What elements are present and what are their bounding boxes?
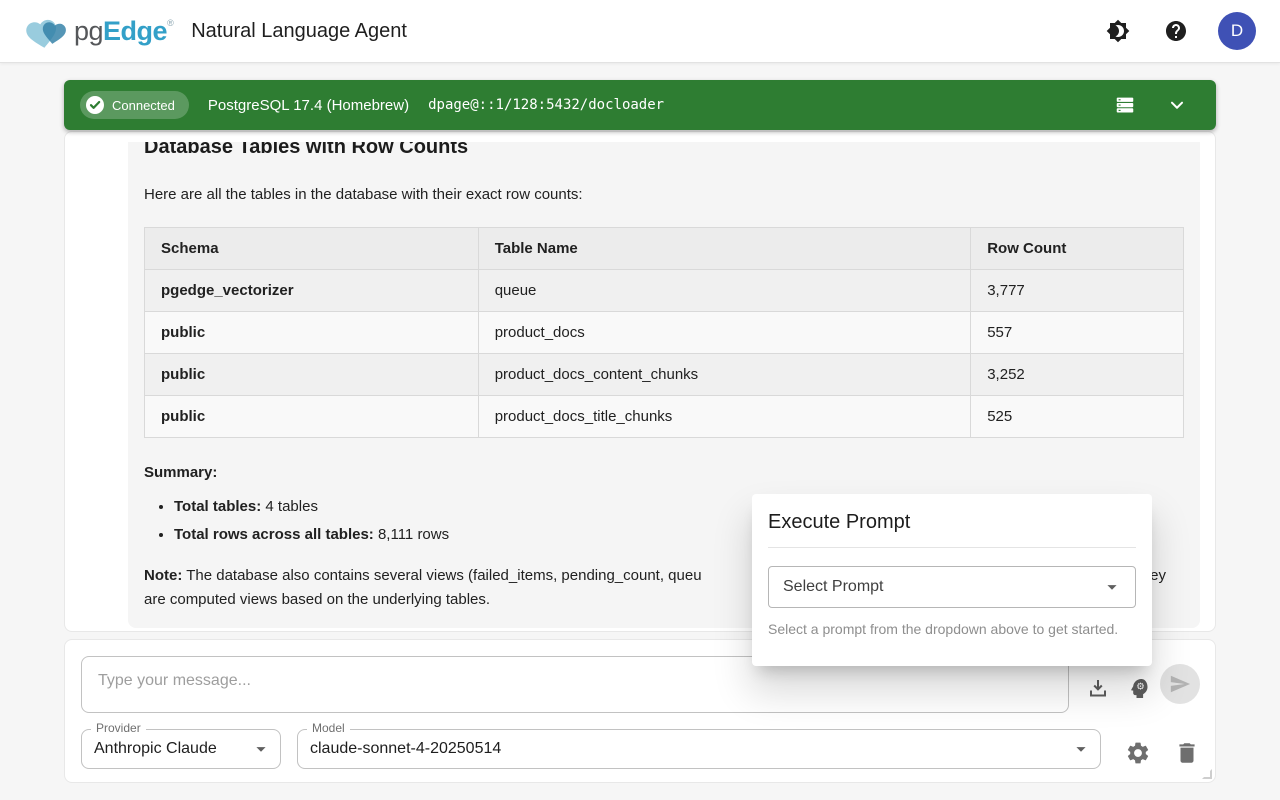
prompt-helper-text: Select a prompt from the dropdown above … xyxy=(768,621,1136,637)
bullet-value: 8,111 rows xyxy=(374,526,449,543)
help-button[interactable] xyxy=(1160,15,1192,47)
cell-table-name: product_docs_content_chunks xyxy=(478,354,971,396)
message-heading: Database Tables with Row Counts xyxy=(144,142,1184,161)
download-chat-button[interactable] xyxy=(1082,672,1114,704)
dropdown-arrow-icon xyxy=(250,738,272,760)
connection-collapse-button[interactable] xyxy=(1162,90,1192,120)
note-line2: are computed views based on the underlyi… xyxy=(144,591,490,608)
brand-wordmark: pgEdge® xyxy=(74,16,173,47)
bullet-label: Total rows across all tables: xyxy=(174,526,374,543)
download-icon xyxy=(1086,676,1110,700)
prompt-select-value: Select Prompt xyxy=(783,578,883,596)
bullet-value: 4 tables xyxy=(261,498,318,515)
message-intro: Here are all the tables in the database … xyxy=(144,184,1184,205)
dark-mode-icon xyxy=(1106,19,1130,43)
dropdown-arrow-icon xyxy=(1101,576,1123,598)
provider-select-label: Provider xyxy=(91,721,146,735)
column-header-row-count: Row Count xyxy=(971,228,1184,270)
note-line1: The database also contains several views… xyxy=(182,567,701,584)
server-version-label: PostgreSQL 17.4 (Homebrew) xyxy=(208,97,409,114)
model-select-label: Model xyxy=(307,721,350,735)
send-button[interactable] xyxy=(1160,664,1200,704)
page-title: Natural Language Agent xyxy=(191,20,407,43)
table-header-row: Schema Table Name Row Count xyxy=(145,228,1184,270)
model-select[interactable]: Model claude-sonnet-4-20250514 xyxy=(297,729,1101,769)
note-label: Note: xyxy=(144,567,182,584)
table-row: public product_docs_content_chunks 3,252 xyxy=(145,354,1184,396)
trash-icon xyxy=(1174,740,1200,766)
summary-heading: Summary: xyxy=(144,464,1184,481)
cell-row-count: 525 xyxy=(971,396,1184,438)
table-row: public product_docs 557 xyxy=(145,312,1184,354)
svg-text:⚙: ⚙ xyxy=(1136,682,1145,693)
provider-select[interactable]: Provider Anthropic Claude xyxy=(81,729,281,769)
cell-row-count: 557 xyxy=(971,312,1184,354)
model-select-value: claude-sonnet-4-20250514 xyxy=(310,740,501,758)
help-icon xyxy=(1164,19,1188,43)
provider-select-value: Anthropic Claude xyxy=(94,740,217,758)
table-row: public product_docs_title_chunks 525 xyxy=(145,396,1184,438)
cell-schema: public xyxy=(145,354,479,396)
connection-list-button[interactable] xyxy=(1110,90,1140,120)
check-circle-icon xyxy=(85,95,105,115)
modal-divider xyxy=(768,547,1136,548)
cell-row-count: 3,777 xyxy=(971,270,1184,312)
modal-title: Execute Prompt xyxy=(768,511,1136,534)
thinking-mode-button[interactable]: ⚙ xyxy=(1124,672,1156,704)
cell-schema: public xyxy=(145,312,479,354)
connection-string: dpage@::1/128:5432/docloader xyxy=(428,97,664,113)
cell-table-name: queue xyxy=(478,270,971,312)
dropdown-arrow-icon xyxy=(1070,738,1092,760)
pgedge-hearts-icon xyxy=(24,10,72,52)
table-row: pgedge_vectorizer queue 3,777 xyxy=(145,270,1184,312)
prompt-select[interactable]: Select Prompt xyxy=(768,566,1136,608)
column-header-schema: Schema xyxy=(145,228,479,270)
cell-row-count: 3,252 xyxy=(971,354,1184,396)
avatar-initial: D xyxy=(1231,21,1243,41)
chevron-down-icon xyxy=(1166,94,1188,116)
clear-chat-button[interactable] xyxy=(1170,736,1204,770)
connection-status-label: Connected xyxy=(112,98,175,113)
cell-schema: pgedge_vectorizer xyxy=(145,270,479,312)
chat-settings-button[interactable] xyxy=(1121,736,1155,770)
cell-schema: public xyxy=(145,396,479,438)
column-header-table-name: Table Name xyxy=(478,228,971,270)
db-tables-table: Schema Table Name Row Count pgedge_vecto… xyxy=(144,227,1184,438)
send-icon xyxy=(1169,673,1191,695)
user-avatar[interactable]: D xyxy=(1218,12,1256,50)
dark-mode-toggle-button[interactable] xyxy=(1102,15,1134,47)
app-header: pgEdge® Natural Language Agent D xyxy=(0,0,1280,63)
execute-prompt-modal: Execute Prompt Select Prompt Select a pr… xyxy=(752,494,1152,666)
cell-table-name: product_docs_title_chunks xyxy=(478,396,971,438)
server-list-icon xyxy=(1114,94,1136,116)
cell-table-name: product_docs xyxy=(478,312,971,354)
gear-icon xyxy=(1125,740,1151,766)
bullet-label: Total tables: xyxy=(174,498,261,515)
resize-grip[interactable] xyxy=(1202,769,1212,779)
psychology-icon: ⚙ xyxy=(1128,676,1152,700)
connection-bar: Connected PostgreSQL 17.4 (Homebrew) dpa… xyxy=(64,80,1216,130)
pgedge-logo: pgEdge® xyxy=(24,10,173,52)
note-fragment-right: ey xyxy=(1150,564,1166,588)
connection-status-chip: Connected xyxy=(80,91,189,119)
